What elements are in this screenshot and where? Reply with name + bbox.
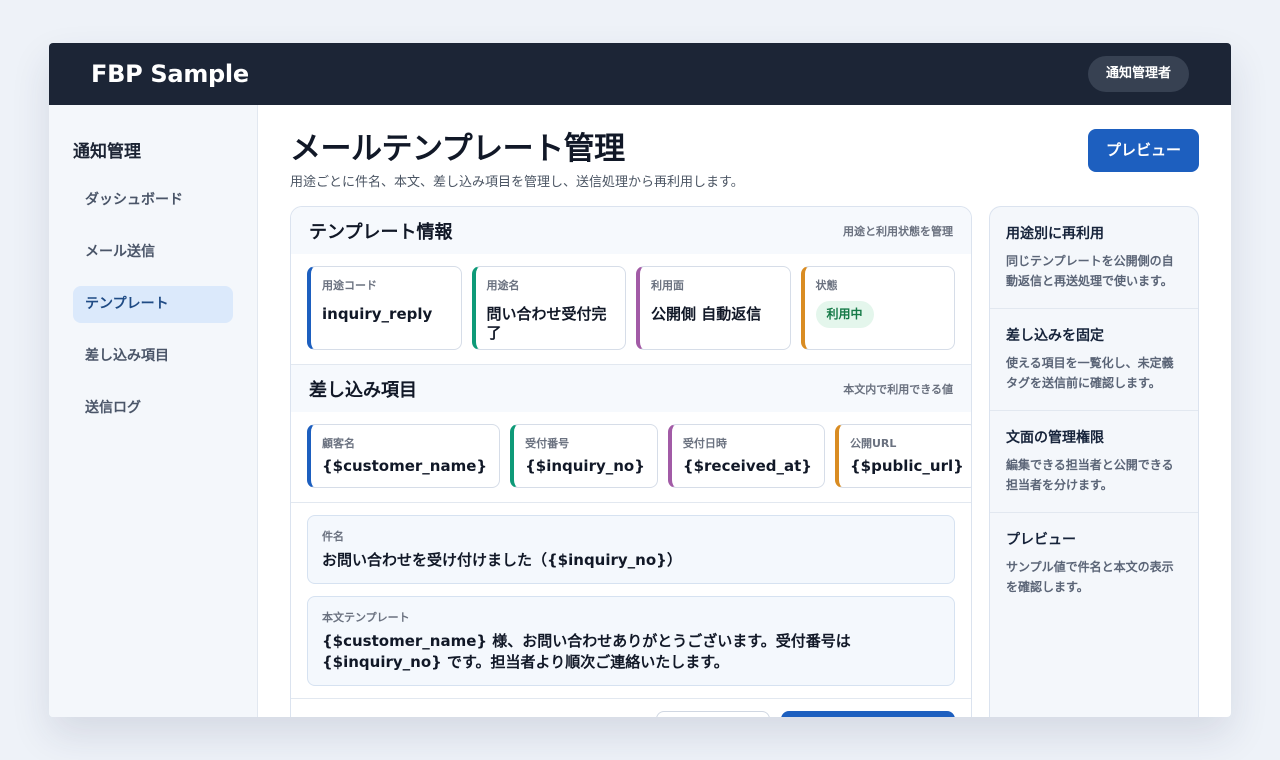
merge-fields-title: 差し込み項目 bbox=[309, 379, 417, 401]
top-bar: FBP Sample 通知管理者 bbox=[49, 43, 1231, 105]
merge-fields-note: 本文内で利用できる値 bbox=[843, 382, 953, 396]
body-template-value: {$customer_name} 様、お問い合わせありがとうございます。受付番号… bbox=[322, 632, 851, 671]
tile-label: 用途コード bbox=[322, 279, 377, 292]
merge-tile-received-at[interactable]: 受付日時 {$received_at} bbox=[667, 424, 825, 488]
tile-label: 状態 bbox=[815, 279, 838, 292]
page-subtitle: 用途ごとに件名、本文、差し込み項目を管理し、送信処理から再利用します。 bbox=[290, 175, 744, 190]
subject-label: 件名 bbox=[322, 530, 344, 543]
tile-status: 状態 利用中 bbox=[800, 266, 955, 350]
tile-label: 利用面 bbox=[651, 279, 684, 292]
sidebar-item-mail-send[interactable]: メール送信 bbox=[73, 234, 233, 271]
brand-logo[interactable]: FBP Sample bbox=[91, 60, 249, 88]
preview-button[interactable]: プレビュー bbox=[1087, 129, 1199, 172]
aside-title: 差し込みを固定 bbox=[1006, 328, 1104, 344]
tile-value: {$received_at} bbox=[682, 457, 812, 475]
sidebar-item-merge-fields[interactable]: 差し込み項目 bbox=[73, 338, 233, 375]
aside-item-preview: プレビュー サンプル値で件名と本文の表示を確認します。 bbox=[990, 513, 1198, 614]
tile-label: 受付番号 bbox=[525, 437, 570, 450]
sidebar: 通知管理 ダッシュボード メール送信 テンプレート 差し込み項目 送信ログ bbox=[49, 105, 258, 717]
body-template-label: 本文テンプレート bbox=[322, 611, 410, 624]
tile-label: 用途名 bbox=[486, 279, 520, 292]
main-content: メールテンプレート管理 用途ごとに件名、本文、差し込み項目を管理し、送信処理から… bbox=[258, 105, 1231, 717]
sidebar-title: 通知管理 bbox=[73, 142, 141, 162]
tile-usage-name: 用途名 問い合わせ受付完了 bbox=[471, 266, 626, 350]
user-role-chip[interactable]: 通知管理者 bbox=[1087, 56, 1189, 92]
status-badge: 利用中 bbox=[815, 301, 874, 328]
subject-value: お問い合わせを受け付けました（{$inquiry_no}） bbox=[322, 551, 682, 569]
tile-value: {$inquiry_no} bbox=[525, 457, 645, 475]
tile-label: 顧客名 bbox=[322, 437, 355, 450]
aside-title: プレビュー bbox=[1006, 532, 1076, 548]
merge-tile-public-url[interactable]: 公開URL {$public_url} bbox=[834, 424, 971, 488]
sidebar-item-templates[interactable]: テンプレート bbox=[73, 286, 233, 323]
template-fields: 件名 お問い合わせを受け付けました（{$inquiry_no}） 本文テンプレー… bbox=[291, 503, 971, 686]
template-info-note: 用途と利用状態を管理 bbox=[843, 224, 953, 238]
aside-item-reuse: 用途別に再利用 同じテンプレートを公開側の自動返信と再送処理で使います。 bbox=[990, 207, 1198, 309]
aside-text: 使える項目を一覧化し、未定義タグを送信前に確認します。 bbox=[1006, 356, 1174, 390]
card-footer bbox=[291, 698, 971, 717]
template-info-header: テンプレート情報 用途と利用状態を管理 bbox=[291, 207, 971, 254]
merge-tile-customer-name[interactable]: 顧客名 {$customer_name} bbox=[307, 424, 501, 488]
merge-field-tiles: 顧客名 {$customer_name} 受付番号 {$inquiry_no} … bbox=[291, 412, 971, 503]
merge-fields-header: 差し込み項目 本文内で利用できる値 bbox=[291, 365, 971, 412]
tile-value: {$customer_name} bbox=[322, 457, 488, 475]
aside-title: 文面の管理権限 bbox=[1006, 430, 1104, 446]
page-title: メールテンプレート管理 bbox=[290, 131, 625, 167]
aside-text: 同じテンプレートを公開側の自動返信と再送処理で使います。 bbox=[1006, 254, 1174, 288]
template-info-title: テンプレート情報 bbox=[309, 221, 453, 243]
info-aside: 用途別に再利用 同じテンプレートを公開側の自動返信と再送処理で使います。 差し込… bbox=[989, 206, 1199, 717]
body-template-field[interactable]: 本文テンプレート {$customer_name} 様、お問い合わせありがとうご… bbox=[307, 596, 955, 686]
tile-value: 問い合わせ受付完了 bbox=[486, 305, 607, 342]
save-button[interactable] bbox=[781, 711, 955, 717]
tile-label: 公開URL bbox=[849, 437, 897, 450]
tile-usage-code: 用途コード inquiry_reply bbox=[307, 266, 462, 350]
tile-value: {$public_url} bbox=[849, 457, 964, 475]
app-window: FBP Sample 通知管理者 通知管理 ダッシュボード メール送信 テンプレ… bbox=[49, 43, 1231, 717]
tile-value: inquiry_reply bbox=[322, 305, 433, 323]
aside-item-permissions: 文面の管理権限 編集できる担当者と公開できる担当者を分けます。 bbox=[990, 411, 1198, 513]
subject-field[interactable]: 件名 お問い合わせを受け付けました（{$inquiry_no}） bbox=[307, 515, 955, 584]
tile-label: 受付日時 bbox=[682, 437, 727, 450]
secondary-button[interactable] bbox=[656, 711, 770, 717]
tile-usage-surface: 利用面 公開側 自動返信 bbox=[636, 266, 791, 350]
template-card: テンプレート情報 用途と利用状態を管理 用途コード inquiry_reply … bbox=[290, 206, 972, 717]
sidebar-item-dashboard[interactable]: ダッシュボード bbox=[73, 182, 233, 219]
merge-tile-inquiry-no[interactable]: 受付番号 {$inquiry_no} bbox=[510, 424, 658, 488]
aside-text: サンプル値で件名と本文の表示を確認します。 bbox=[1006, 560, 1174, 594]
aside-title: 用途別に再利用 bbox=[1006, 226, 1104, 242]
sidebar-item-send-log[interactable]: 送信ログ bbox=[73, 390, 233, 427]
template-info-tiles: 用途コード inquiry_reply 用途名 問い合わせ受付完了 利用面 公開… bbox=[291, 254, 971, 365]
aside-text: 編集できる担当者と公開できる担当者を分けます。 bbox=[1006, 458, 1174, 492]
aside-item-fixed-merge: 差し込みを固定 使える項目を一覧化し、未定義タグを送信前に確認します。 bbox=[990, 309, 1198, 411]
tile-value: 公開側 自動返信 bbox=[651, 305, 762, 323]
